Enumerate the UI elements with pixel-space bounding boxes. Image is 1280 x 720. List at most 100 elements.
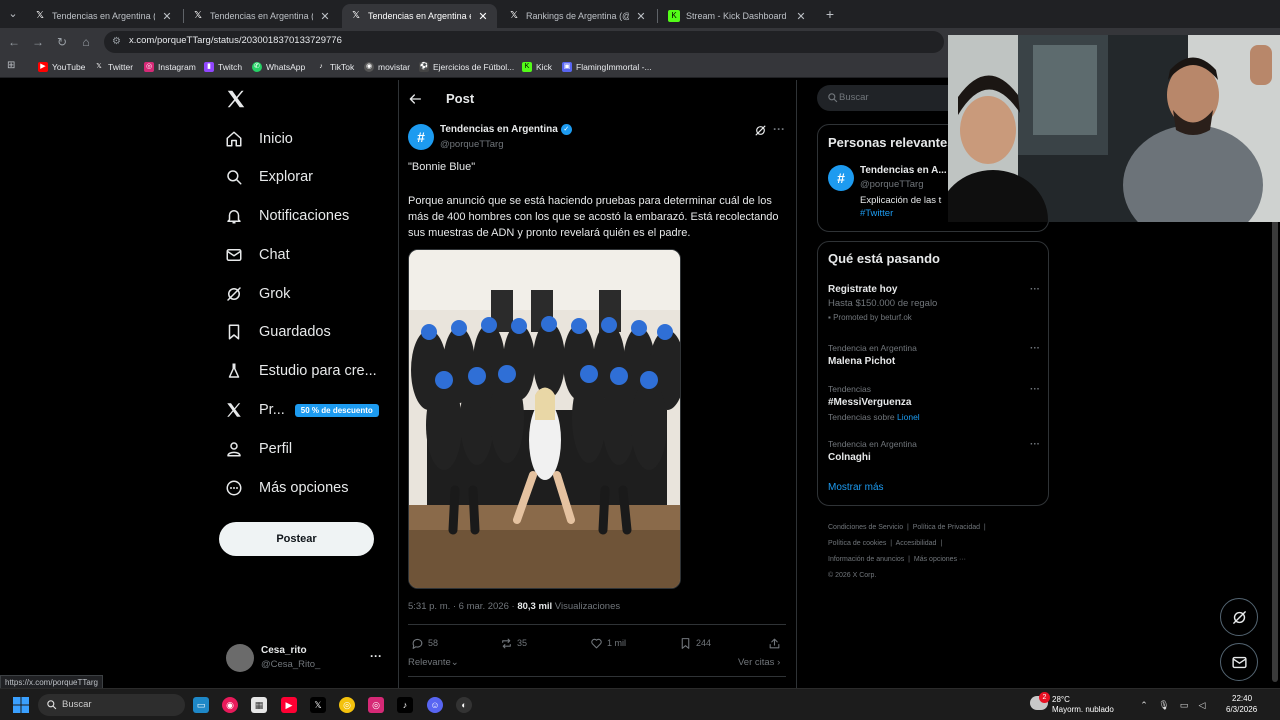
more-dots-icon[interactable]: ··· bbox=[1030, 284, 1040, 295]
weather-widget[interactable]: 2 28°C Mayorm. nublado bbox=[1030, 692, 1120, 717]
media-app-icon[interactable]: ◉ bbox=[222, 697, 238, 713]
youtube-app-icon[interactable]: ▶ bbox=[281, 697, 297, 713]
bookmark-instagram[interactable]: ◎ Instagram bbox=[144, 60, 196, 74]
bookmark-twitch[interactable]: ▮ Twitch bbox=[204, 60, 242, 74]
grok-icon[interactable] bbox=[754, 124, 767, 137]
nav-chat[interactable]: Chat bbox=[225, 242, 290, 268]
bookmark-whatsapp[interactable]: ✆ WhatsApp bbox=[252, 60, 305, 74]
nav-premium[interactable]: Pr... 50 % de descuento bbox=[225, 397, 379, 423]
more-dots-icon[interactable]: ··· bbox=[1030, 343, 1040, 354]
close-icon[interactable]: ✕ bbox=[161, 10, 173, 23]
nav-grok[interactable]: Grok bbox=[225, 281, 290, 307]
windows-taskbar: Buscar ▭ ◉ ▦ ▶ 𝕏 ◎ ◎ ♪ ☺ ◐ 2 28°C Mayorm… bbox=[0, 688, 1280, 720]
bookmark-tiktok[interactable]: ♪ TikTok bbox=[316, 60, 354, 74]
close-icon[interactable]: ✕ bbox=[477, 10, 489, 23]
nav-creator-studio[interactable]: Estudio para cre... bbox=[225, 358, 377, 384]
footer-link[interactable]: Información de anuncios bbox=[828, 556, 904, 563]
trend-item[interactable]: Registrate hoy Hasta $150.000 de regalo … bbox=[828, 284, 1040, 322]
sort-dropdown[interactable]: Relevante⌄ bbox=[408, 657, 459, 668]
messages-float-button[interactable] bbox=[1220, 643, 1258, 681]
close-icon[interactable]: ✕ bbox=[795, 10, 807, 23]
nav-home[interactable]: Inicio bbox=[225, 126, 293, 152]
trend-item[interactable]: Tendencia en Argentina Colnaghi ··· bbox=[828, 439, 1040, 463]
site-info-icon[interactable]: ⚙ bbox=[112, 35, 126, 49]
speaker-icon[interactable]: ◁ bbox=[1196, 699, 1208, 711]
close-icon[interactable]: ✕ bbox=[635, 10, 647, 23]
desktop-app-icon[interactable]: ▭ bbox=[193, 697, 209, 713]
nav-bookmarks[interactable]: Guardados bbox=[225, 319, 331, 345]
obs-app-icon[interactable]: ◐ bbox=[456, 697, 472, 713]
url-input[interactable]: ⚙ x.com/porqueTTarg/status/2030018370133… bbox=[104, 31, 944, 53]
chevron-up-icon[interactable]: ⌃ bbox=[1138, 699, 1150, 711]
clock-date[interactable]: 6/3/2026 bbox=[1226, 705, 1257, 714]
more-dots-icon[interactable]: ··· bbox=[1030, 384, 1040, 395]
tiktok-app-icon[interactable]: ♪ bbox=[397, 697, 413, 713]
author-avatar[interactable]: # bbox=[408, 124, 434, 150]
post-image[interactable] bbox=[408, 249, 681, 589]
more-dots-icon[interactable]: ··· bbox=[370, 649, 382, 663]
browser-tab[interactable]: 𝕏 Rankings de Argentina (@Argen ✕ bbox=[500, 4, 655, 28]
author-handle[interactable]: @porqueTTarg bbox=[440, 139, 504, 150]
trend-topic-link[interactable]: Lionel bbox=[897, 412, 920, 422]
trend-item[interactable]: Tendencias #MessiVerguenza Tendencias so… bbox=[828, 384, 1040, 422]
new-tab-icon[interactable]: + bbox=[821, 6, 839, 24]
author-avatar[interactable]: # bbox=[828, 165, 854, 191]
heart-icon bbox=[591, 638, 602, 648]
footer-link[interactable]: Condiciones de Servicio bbox=[828, 524, 903, 531]
show-more-link[interactable]: Mostrar más bbox=[828, 482, 884, 493]
taskbar-search-input[interactable]: Buscar bbox=[38, 694, 185, 716]
reply-button[interactable]: 58 bbox=[411, 636, 438, 650]
home-icon[interactable]: ⌂ bbox=[78, 34, 94, 50]
nav-profile[interactable]: Perfil bbox=[225, 436, 292, 462]
nav-explore[interactable]: Explorar bbox=[225, 164, 313, 190]
store-app-icon[interactable]: ▦ bbox=[251, 697, 267, 713]
nav-more[interactable]: Más opciones bbox=[225, 475, 348, 501]
x-app-icon[interactable]: 𝕏 bbox=[310, 697, 326, 713]
bookmark-button[interactable]: 244 bbox=[679, 636, 711, 650]
forward-icon[interactable]: → bbox=[30, 34, 46, 50]
author-name-row[interactable]: Tendencias en Argentina ✓ bbox=[440, 124, 572, 135]
trend-item[interactable]: Tendencia en Argentina Malena Pichot ··· bbox=[828, 343, 1040, 367]
footer-link[interactable]: Más opciones ··· bbox=[914, 556, 966, 563]
footer-link[interactable]: Política de Privacidad bbox=[913, 524, 980, 531]
bookmark-movistar[interactable]: ◉ movistar bbox=[364, 60, 410, 74]
hashtag-link[interactable]: #Twitter bbox=[860, 208, 893, 219]
display-icon[interactable]: ▭ bbox=[1178, 699, 1190, 711]
repost-button[interactable]: 35 bbox=[500, 636, 527, 650]
nav-notifications[interactable]: Notificaciones bbox=[225, 203, 349, 229]
browser-tab[interactable]: 𝕏 Tendencias en Argentina (@porq ✕ bbox=[26, 4, 181, 28]
like-button[interactable]: 1 mil bbox=[590, 636, 626, 650]
post-button[interactable]: Postear bbox=[219, 522, 374, 556]
relevant-name[interactable]: Tendencias en A... bbox=[860, 165, 947, 176]
bookmark-label: TikTok bbox=[330, 62, 355, 72]
share-button[interactable] bbox=[768, 636, 781, 650]
bookmark-kick[interactable]: K Kick bbox=[522, 60, 552, 74]
back-icon[interactable]: ← bbox=[6, 34, 22, 50]
x-logo-icon[interactable] bbox=[225, 88, 247, 110]
microphone-icon[interactable]: 🎙 bbox=[1158, 699, 1170, 711]
account-switcher[interactable]: Cesa_rito @Cesa_Rito_ ··· bbox=[226, 643, 386, 675]
apps-grid-icon[interactable]: ⊞ bbox=[7, 60, 19, 72]
windows-start-icon[interactable] bbox=[13, 697, 29, 713]
grok-float-button[interactable] bbox=[1220, 598, 1258, 636]
browser-tab[interactable]: 𝕏 Tendencias en Argentina (@porq ✕ bbox=[184, 4, 339, 28]
view-quotes-link[interactable]: Ver citas › bbox=[738, 657, 780, 668]
discord-app-icon[interactable]: ☺ bbox=[427, 697, 443, 713]
chrome-app-icon[interactable]: ◎ bbox=[339, 697, 355, 713]
back-arrow-icon[interactable] bbox=[407, 91, 423, 107]
tab-search-icon[interactable]: ⌄ bbox=[4, 5, 22, 23]
close-icon[interactable]: ✕ bbox=[319, 10, 331, 23]
instagram-app-icon[interactable]: ◎ bbox=[368, 697, 384, 713]
browser-tab-active[interactable]: 𝕏 Tendencias en Argentina en X: " ✕ bbox=[342, 4, 497, 28]
footer-link[interactable]: Accesibilidad bbox=[896, 540, 937, 547]
bookmark-flamingimmortal[interactable]: ▣ FlamingImmortal -... bbox=[562, 60, 652, 74]
footer-link[interactable]: Política de cookies bbox=[828, 540, 886, 547]
more-dots-icon[interactable]: ··· bbox=[1030, 439, 1040, 450]
clock-time[interactable]: 22:40 bbox=[1232, 694, 1252, 703]
more-dots-icon[interactable]: ··· bbox=[773, 122, 785, 136]
bookmark-ejercicios[interactable]: ⚽ Ejercicios de Fútbol... bbox=[419, 60, 514, 74]
browser-tab[interactable]: K Stream - Kick Dashboard ✕ bbox=[660, 4, 815, 28]
bookmark-twitter[interactable]: 𝕏 Twitter bbox=[94, 60, 133, 74]
bookmark-youtube[interactable]: ▶ YouTube bbox=[38, 60, 85, 74]
reload-icon[interactable]: ↻ bbox=[54, 34, 70, 50]
